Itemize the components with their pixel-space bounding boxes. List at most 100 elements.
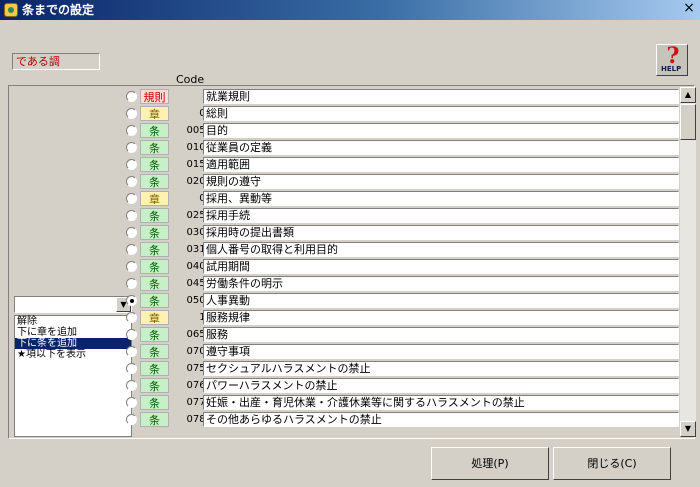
row-name-field[interactable]: 採用手続 <box>203 208 679 223</box>
row-radio[interactable] <box>126 414 137 425</box>
row-radio[interactable] <box>126 176 137 187</box>
action-list-item[interactable]: 下に条を追加 <box>15 338 131 349</box>
rule-row: 条 0200 規則の遵守 <box>120 173 680 190</box>
help-question-icon: ? <box>666 43 680 69</box>
row-type-badge: 条 <box>140 157 169 172</box>
rule-row: 条 0050 目的 <box>120 122 680 139</box>
row-name-field[interactable]: 服務 <box>203 327 679 342</box>
rule-row: 条 0700 遵守事項 <box>120 343 680 360</box>
row-radio[interactable] <box>126 227 137 238</box>
row-name-field[interactable]: セクシュアルハラスメントの禁止 <box>203 361 679 376</box>
rule-row: 章12服務規律 <box>120 309 680 326</box>
row-name-field[interactable]: 総則 <box>203 106 679 121</box>
rule-row: 条 0100 従業員の定義 <box>120 139 680 156</box>
row-radio[interactable] <box>126 91 137 102</box>
mode-label: である調 <box>12 53 100 70</box>
row-type-badge: 条 <box>140 242 169 257</box>
row-radio[interactable] <box>126 261 137 272</box>
row-type-badge: 条 <box>140 123 169 138</box>
row-type-badge: 条 <box>140 174 169 189</box>
row-radio[interactable] <box>126 142 137 153</box>
row-name-field[interactable]: 規則の遵守 <box>203 174 679 189</box>
rule-row: 条 0150 適用範囲 <box>120 156 680 173</box>
row-name-field[interactable]: 人事異動 <box>203 293 679 308</box>
close-icon[interactable]: × <box>681 1 697 16</box>
row-name-field[interactable]: 目的 <box>203 123 679 138</box>
row-type-badge: 章 <box>140 106 169 121</box>
row-type-badge: 条 <box>140 378 169 393</box>
row-radio[interactable] <box>126 363 137 374</box>
scroll-thumb[interactable] <box>680 104 696 140</box>
row-name-field[interactable]: 従業員の定義 <box>203 140 679 155</box>
row-name-field[interactable]: 適用範囲 <box>203 157 679 172</box>
row-name-field[interactable]: 遵守事項 <box>203 344 679 359</box>
action-list-item[interactable]: ★項以下を表示 <box>15 349 131 360</box>
row-type-badge: 条 <box>140 259 169 274</box>
row-radio[interactable] <box>126 380 137 391</box>
row-radio[interactable] <box>126 312 137 323</box>
row-type-badge: 条 <box>140 208 169 223</box>
row-name-field[interactable]: 採用、異動等 <box>203 191 679 206</box>
row-type-badge: 条 <box>140 361 169 376</box>
action-combo[interactable]: ▼ <box>14 296 132 313</box>
action-list: 解除 下に章を追加 下に条を追加 ★項以下を表示 <box>14 315 132 437</box>
action-list-item[interactable]: 下に章を追加 <box>15 327 131 338</box>
row-type-badge: 条 <box>140 293 169 308</box>
help-label: HELP <box>661 65 682 73</box>
rule-row: 章08採用、異動等 <box>120 190 680 207</box>
row-name-field[interactable]: 個人番号の取得と利用目的 <box>203 242 679 257</box>
rule-row: 条 0450 労働条件の明示 <box>120 275 680 292</box>
row-radio[interactable] <box>126 295 137 306</box>
row-radio[interactable] <box>126 329 137 340</box>
help-button[interactable]: ? HELP <box>656 44 688 76</box>
title-bar: 条までの設定 × <box>0 0 700 20</box>
scroll-up-icon[interactable]: ▲ <box>680 87 696 103</box>
row-radio[interactable] <box>126 278 137 289</box>
rule-row: 条 0300 採用時の提出書類 <box>120 224 680 241</box>
action-list-item[interactable]: 解除 <box>15 316 131 327</box>
app-icon <box>4 3 18 17</box>
row-name-field[interactable]: 就業規則 <box>203 89 679 104</box>
scroll-down-icon[interactable]: ▼ <box>680 421 696 437</box>
row-type-badge: 条 <box>140 395 169 410</box>
close-button[interactable]: 閉じる(C) <box>553 447 671 480</box>
row-type-badge: 章 <box>140 310 169 325</box>
rule-row: 条 0250 採用手続 <box>120 207 680 224</box>
row-name-field[interactable]: 服務規律 <box>203 310 679 325</box>
row-radio[interactable] <box>126 159 137 170</box>
row-name-field[interactable]: その他あらゆるハラスメントの禁止 <box>203 412 679 427</box>
row-name-field[interactable]: パワーハラスメントの禁止 <box>203 378 679 393</box>
row-type-badge: 条 <box>140 412 169 427</box>
rule-row: 条 0780 その他あらゆるハラスメントの禁止 <box>120 411 680 428</box>
row-radio[interactable] <box>126 193 137 204</box>
rule-row: 条 0750 セクシュアルハラスメントの禁止 <box>120 360 680 377</box>
row-type-badge: 条 <box>140 225 169 240</box>
row-name-field[interactable]: 労働条件の明示 <box>203 276 679 291</box>
rule-row: 規則 就業規則 <box>120 88 680 105</box>
row-name-field[interactable]: 妊娠・出産・育児休業・介護休業等に関するハラスメントの禁止 <box>203 395 679 410</box>
rule-row: 条 0760 パワーハラスメントの禁止 <box>120 377 680 394</box>
row-radio[interactable] <box>126 397 137 408</box>
row-radio[interactable] <box>126 108 137 119</box>
row-radio[interactable] <box>126 210 137 221</box>
rule-row: 章04総則 <box>120 105 680 122</box>
row-radio[interactable] <box>126 346 137 357</box>
rule-row: 条 0500 人事異動 <box>120 292 680 309</box>
rule-row: 条 0650 服務 <box>120 326 680 343</box>
row-type-badge: 章 <box>140 191 169 206</box>
row-name-field[interactable]: 採用時の提出書類 <box>203 225 679 240</box>
row-type-badge: 条 <box>140 276 169 291</box>
rule-row: 条 0310 個人番号の取得と利用目的 <box>120 241 680 258</box>
rule-row: 条 0770 妊娠・出産・育児休業・介護休業等に関するハラスメントの禁止 <box>120 394 680 411</box>
row-radio[interactable] <box>126 125 137 136</box>
window-title: 条までの設定 <box>22 3 95 17</box>
row-type-badge: 条 <box>140 327 169 342</box>
row-type-badge: 規則 <box>140 89 169 104</box>
vertical-scrollbar[interactable]: ▲ ▼ <box>680 87 696 437</box>
process-button[interactable]: 処理(P) <box>431 447 549 480</box>
rule-row: 条 0400 試用期間 <box>120 258 680 275</box>
left-panel: ▼ 解除 下に章を追加 下に条を追加 ★項以下を表示 <box>12 88 132 438</box>
row-radio[interactable] <box>126 244 137 255</box>
row-name-field[interactable]: 試用期間 <box>203 259 679 274</box>
row-type-badge: 条 <box>140 140 169 155</box>
